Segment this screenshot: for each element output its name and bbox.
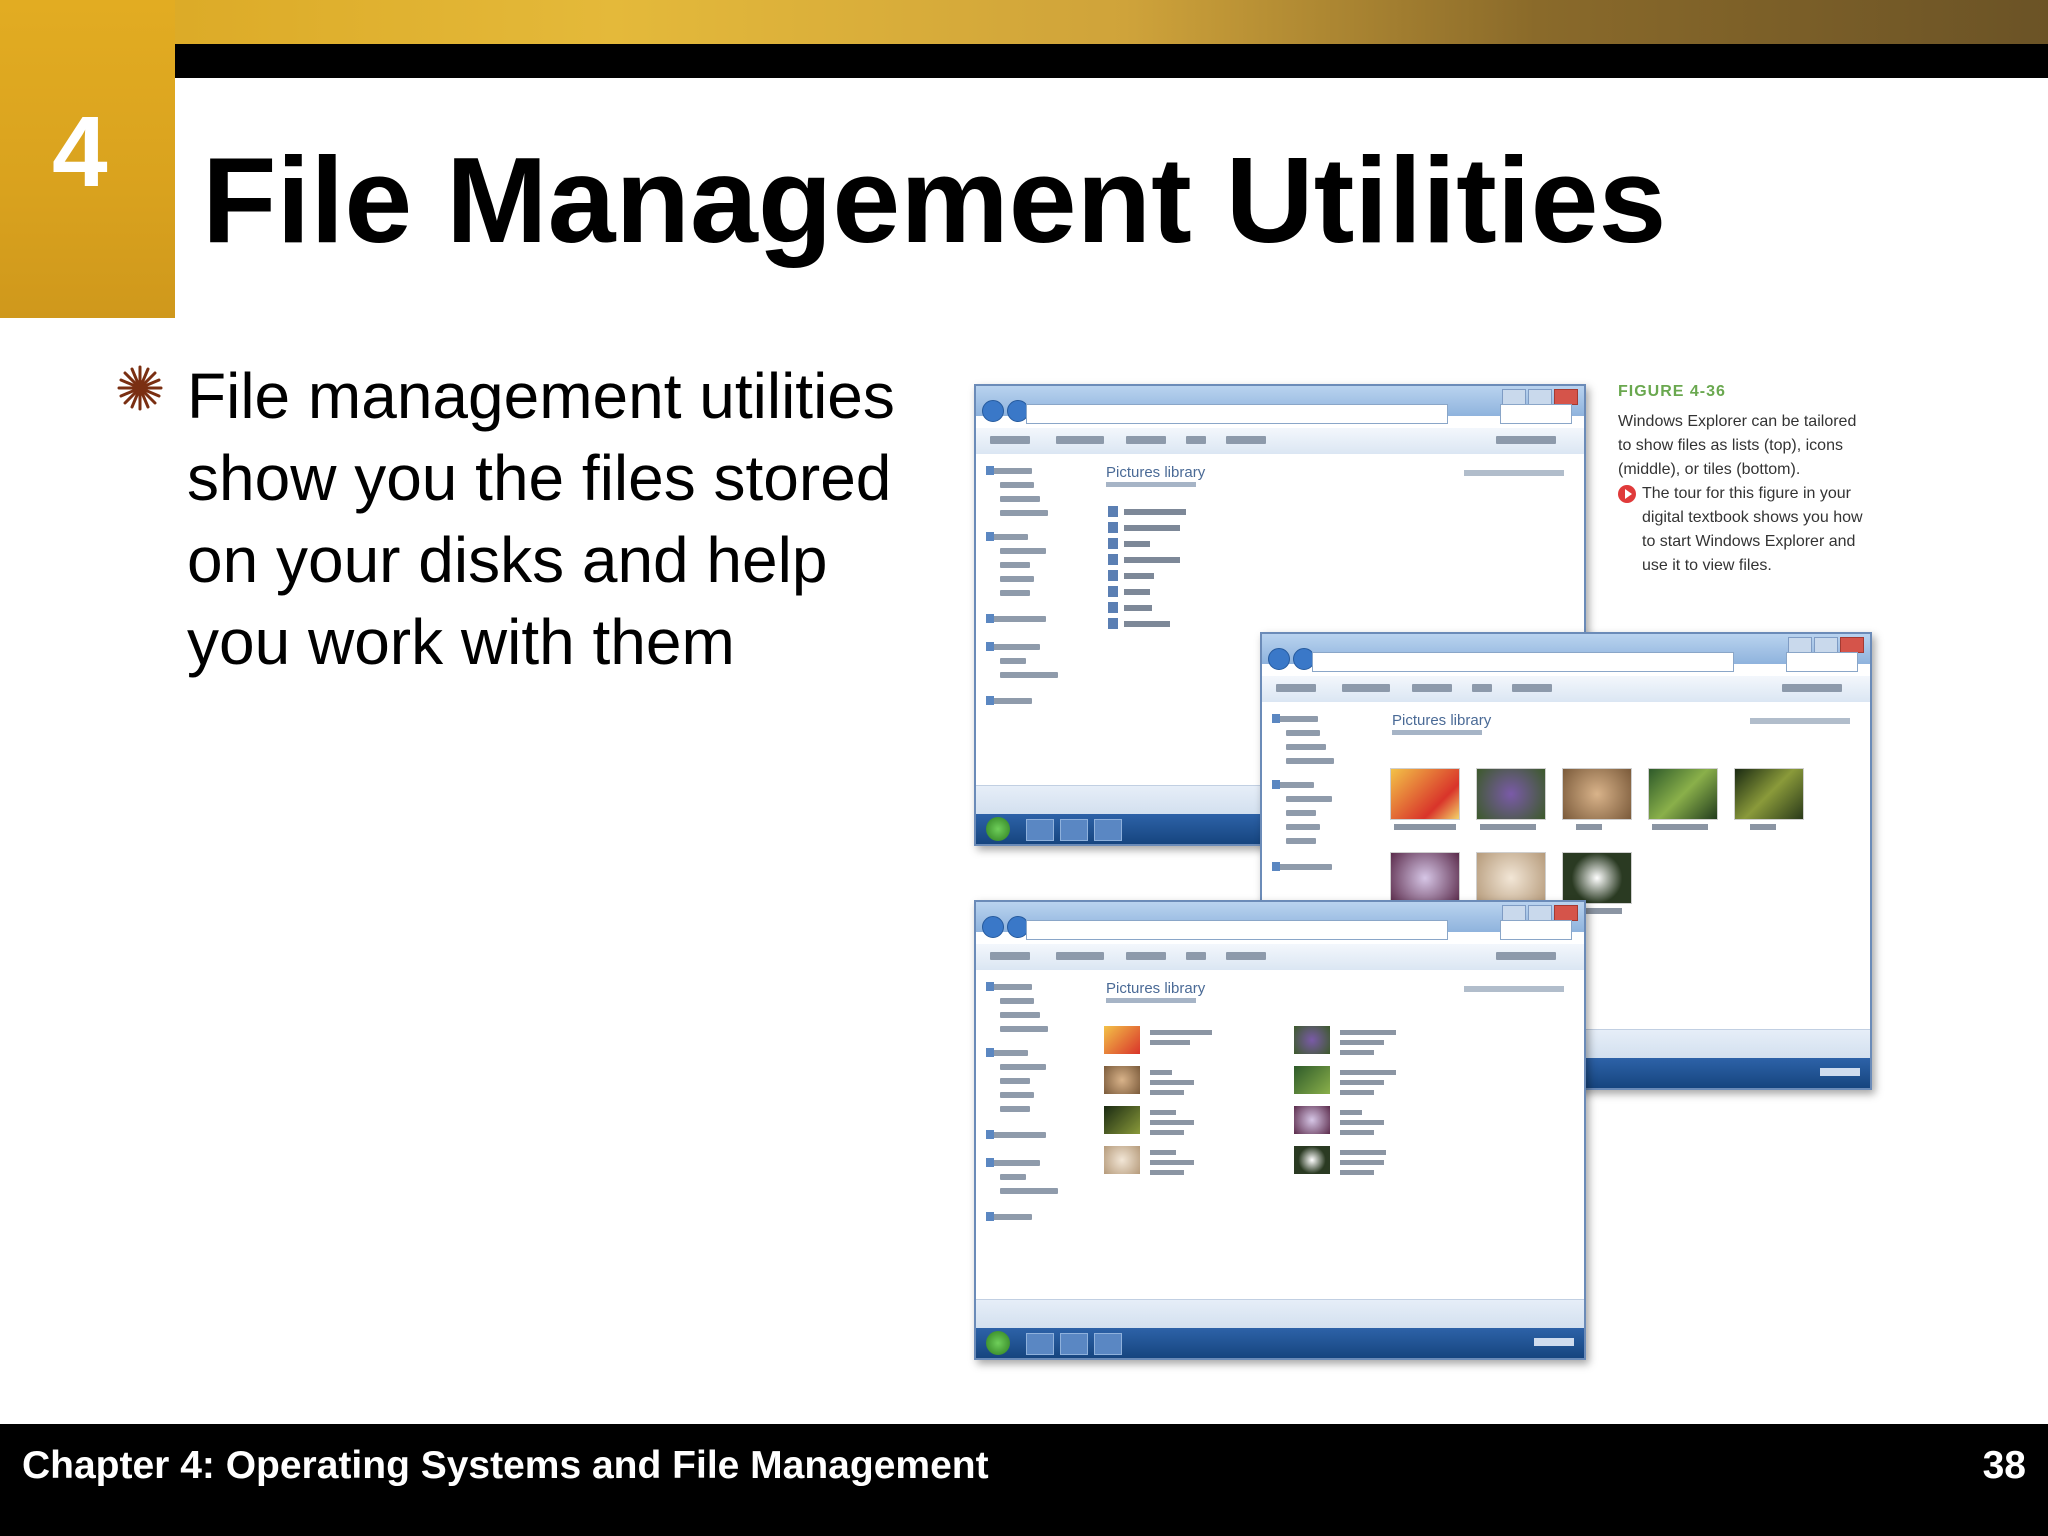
address-bar: [1026, 920, 1448, 940]
figure-caption-text: Windows Explorer can be tailored to show…: [1618, 413, 1857, 478]
status-bar: [976, 1299, 1584, 1328]
chapter-badge: 4: [0, 0, 175, 318]
library-title: Pictures library: [1106, 464, 1206, 481]
address-bar: [1026, 404, 1448, 424]
back-icon: [982, 916, 1004, 938]
figure-tour-note: The tour for this figure in your digital…: [1618, 482, 1868, 578]
address-bar: [1312, 652, 1734, 672]
page-number: 38: [1982, 1444, 2026, 1487]
figure-label: FIGURE 4-36: [1618, 383, 1726, 400]
chapter-number: 4: [52, 96, 108, 208]
navigation-pane: [976, 454, 1095, 786]
tiles-area: Pictures library: [1094, 970, 1584, 1300]
maximize-icon: [1814, 637, 1838, 653]
tour-note-text: The tour for this figure in your digital…: [1642, 485, 1863, 574]
command-bar: [1262, 676, 1870, 703]
start-orb-icon: [986, 817, 1010, 841]
play-icon: [1618, 485, 1636, 503]
title-rule: [175, 44, 2048, 78]
back-icon: [1268, 648, 1290, 670]
starburst-bullet-icon: [117, 365, 163, 411]
start-orb-icon: [986, 1331, 1010, 1355]
footer-chapter: Chapter 4: Operating Systems and File Ma…: [22, 1444, 989, 1487]
search-box: [1500, 404, 1572, 424]
back-forward-buttons: [982, 400, 1029, 422]
library-title: Pictures library: [1392, 712, 1492, 729]
command-bar: [976, 428, 1584, 455]
explorer-window-tiles-view: Pictures library: [974, 900, 1586, 1360]
minimize-icon: [1788, 637, 1812, 653]
close-icon: [1554, 389, 1578, 405]
top-gradient-band: [0, 0, 2048, 44]
minimize-icon: [1502, 905, 1526, 921]
library-title: Pictures library: [1106, 980, 1206, 997]
search-box: [1500, 920, 1572, 940]
back-forward-buttons: [982, 916, 1029, 938]
close-icon: [1840, 637, 1864, 653]
taskbar: [976, 1328, 1584, 1358]
back-icon: [982, 400, 1004, 422]
maximize-icon: [1528, 905, 1552, 921]
search-box: [1786, 652, 1858, 672]
back-forward-buttons: [1268, 648, 1315, 670]
maximize-icon: [1528, 389, 1552, 405]
navigation-pane: [976, 970, 1095, 1300]
slide-title: File Management Utilities: [202, 132, 1667, 268]
figure-caption: FIGURE 4-36 Windows Explorer can be tail…: [1618, 380, 1868, 578]
close-icon: [1554, 905, 1578, 921]
bullet-text: File management utilities show you the f…: [187, 360, 895, 678]
minimize-icon: [1502, 389, 1526, 405]
footer-bar: Chapter 4: Operating Systems and File Ma…: [0, 1424, 2048, 1536]
command-bar: [976, 944, 1584, 971]
